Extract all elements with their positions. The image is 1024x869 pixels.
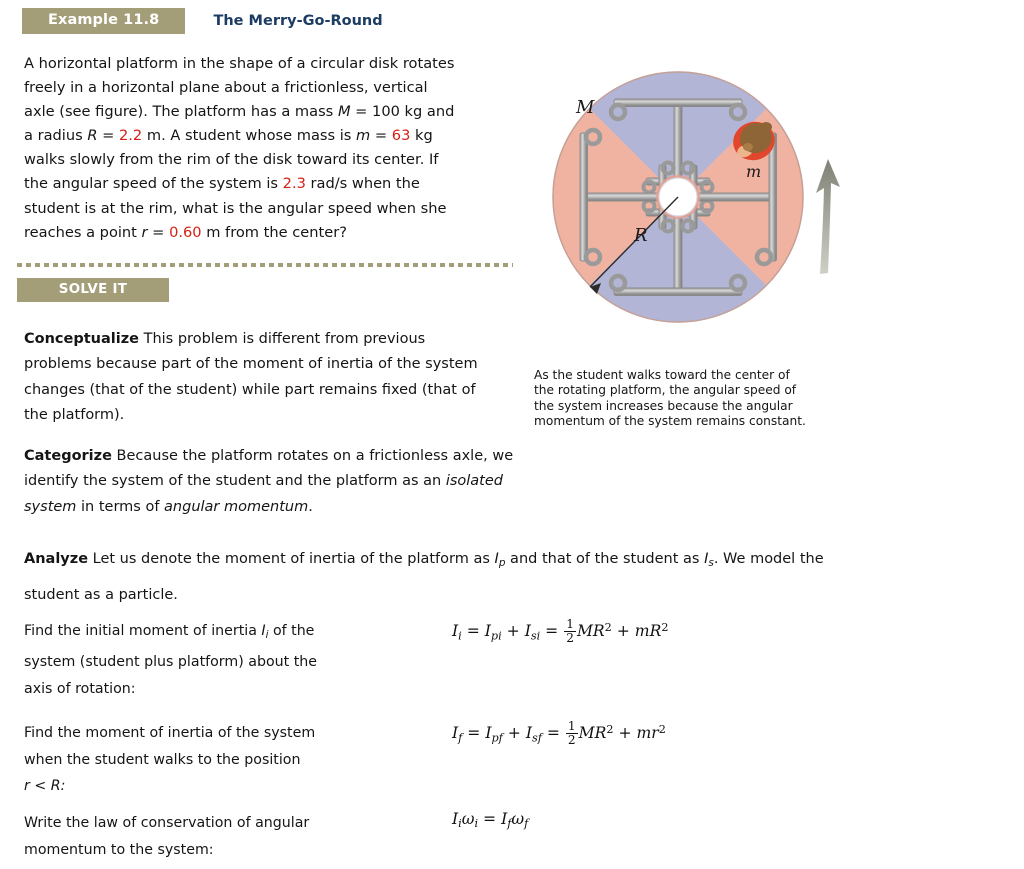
categorize-italic-angular-momentum: angular momentum (164, 498, 309, 515)
equation-prompt-3: Write the law of conservation of angular… (24, 810, 364, 863)
analyze-label: Analyze (24, 551, 89, 567)
value-angular-speed: 2.3 (282, 175, 306, 193)
eq1-prompt-line1: Find the initial moment of inertia (24, 623, 262, 639)
problem-line-3b: = 100 kg and (350, 103, 455, 121)
categorize-label: Categorize (24, 448, 112, 464)
caption-line-3: the system increases because the angular (534, 398, 793, 413)
eq2-prompt-line1: Find the moment of inertia of the system (24, 725, 316, 741)
problem-line-4c: kg (410, 127, 433, 145)
problem-line-5: walks slowly from the rim of the disk to… (24, 151, 439, 169)
categorize-paragraph: Categorize Because the platform rotates … (24, 444, 544, 520)
categorize-text-b: in terms of (76, 498, 165, 515)
conceptualize-paragraph: Conceptualize This problem is different … (24, 327, 494, 428)
fraction-one-half-2: 12 (565, 719, 578, 747)
problem-line-6b: rad/s when the (305, 175, 420, 193)
figure-label-m: m (746, 162, 761, 181)
section-divider (17, 263, 513, 267)
figure-block: M m R As the student walks toward the ce… (528, 55, 868, 435)
solve-it-badge: SOLVE IT (17, 278, 169, 302)
problem-line-6a: the angular speed of the system is (24, 175, 283, 193)
eq-sign-1: = (97, 127, 119, 145)
analyze-text-b: and that of the student as (505, 551, 705, 567)
problem-statement: A horizontal platform in the shape of a … (24, 52, 504, 245)
rotation-arrow (816, 159, 840, 274)
equation-math-1: Ii = Ipi + Isi = 1 2 MR2 + mR2 (452, 617, 669, 645)
eq-sign-2: = (370, 127, 392, 145)
eq2-prompt-line3: r < R: (24, 778, 66, 794)
problem-line-1: A horizontal platform in the shape of a … (24, 55, 455, 72)
value-final-radius: 0.60 (169, 223, 202, 241)
equation-math-3: Iiωi = Ifωf (452, 810, 529, 831)
problem-line-3a: axle (see figure). The platform has a ma… (24, 103, 338, 121)
equation-math-2: If = Ipf + Isf = 1 2 MR2 + mr2 (452, 719, 666, 747)
example-title: The Merry-Go-Round (213, 13, 383, 29)
value-radius: 2.2 (119, 127, 143, 145)
symbol-M: M (337, 103, 351, 121)
eq2-prompt-line2: when the student walks to the position (24, 751, 301, 768)
equation-prompt-1: Find the initial moment of inertia Ii of… (24, 618, 364, 702)
symbol-m: m (356, 127, 371, 145)
symbol-R: R (87, 127, 98, 145)
figure-label-M: M (575, 97, 595, 118)
problem-line-2: freely in a horizontal plane about a fri… (24, 79, 428, 97)
figure-label-R: R (633, 225, 648, 246)
fraction-one-half: 12 (564, 617, 576, 645)
caption-line-4: momentum of the system remains constant. (534, 413, 806, 428)
analyze-text-a: Let us denote the moment of inertia of t… (88, 551, 495, 567)
conceptualize-label: Conceptualize (24, 331, 139, 347)
eq3-prompt-line2: momentum to the system: (24, 841, 214, 858)
problem-line-8a: reaches a point (24, 223, 142, 241)
merry-go-round-diagram: M m R (552, 71, 840, 323)
problem-line-4b: m. A student whose mass is (142, 127, 357, 145)
caption-line-2: the rotating platform, the angular speed… (534, 383, 797, 398)
example-header: Example 11.8 The Merry-Go-Round (22, 8, 1002, 34)
analyze-paragraph: Analyze Let us denote the moment of iner… (24, 543, 864, 611)
eq-sign-3: = (147, 223, 170, 241)
eq1-prompt-line3: axis of rotation: (24, 680, 136, 697)
eq1-prompt-line1b: of the (268, 623, 315, 639)
example-number-badge: Example 11.8 (22, 8, 186, 34)
problem-line-7: student is at the rim, what is the angul… (24, 199, 447, 217)
equation-prompt-2: Find the moment of inertia of the system… (24, 720, 364, 800)
caption-line-1: As the student walks toward the center o… (534, 368, 790, 382)
problem-line-8b: m from the center? (201, 223, 347, 241)
categorize-text-c: . (308, 498, 313, 515)
figure-caption: As the student walks toward the center o… (534, 368, 846, 429)
eq3-prompt-line1: Write the law of conservation of angular (24, 815, 310, 831)
eq1-prompt-line2: system (student plus platform) about the (24, 654, 317, 671)
problem-line-4a: a radius (24, 127, 88, 145)
value-student-mass: 63 (391, 127, 411, 145)
